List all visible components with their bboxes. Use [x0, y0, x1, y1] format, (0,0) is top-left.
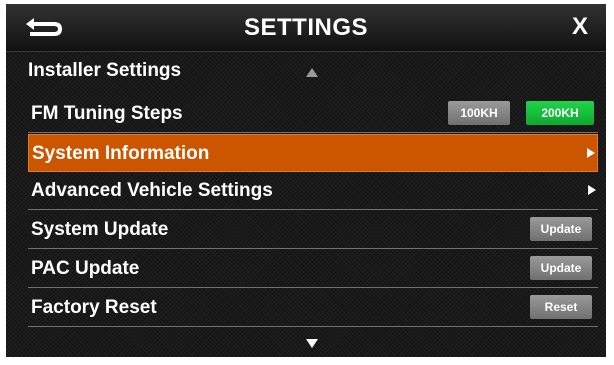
scroll-down-icon[interactable] — [306, 339, 318, 348]
row-advanced-vehicle-settings[interactable]: Advanced Vehicle Settings — [28, 172, 598, 210]
row-label: System Update — [31, 219, 169, 240]
section-title: Installer Settings — [28, 60, 182, 81]
row-system-update: System Update Update — [28, 211, 598, 249]
row-factory-reset: Factory Reset Reset — [28, 289, 598, 327]
system-update-button[interactable]: Update — [530, 217, 592, 241]
row-fm-tuning-steps: FM Tuning Steps 100KH 200KH — [28, 95, 598, 133]
close-button[interactable]: X — [572, 13, 588, 41]
chevron-right-icon — [587, 148, 595, 158]
row-label: Factory Reset — [31, 297, 157, 318]
scroll-up-icon[interactable] — [306, 68, 318, 77]
row-pac-update: PAC Update Update — [28, 250, 598, 288]
option-100kh-button[interactable]: 100KH — [448, 101, 510, 125]
row-system-information[interactable]: System Information — [28, 134, 598, 172]
row-label: PAC Update — [31, 258, 140, 279]
chevron-right-icon — [588, 185, 596, 195]
row-label: FM Tuning Steps — [31, 103, 183, 124]
pac-update-button[interactable]: Update — [530, 256, 592, 280]
row-label: Advanced Vehicle Settings — [31, 180, 273, 201]
settings-screen: SETTINGS X Installer Settings FM Tuning … — [6, 4, 606, 357]
page-title: SETTINGS — [243, 14, 368, 41]
row-label: System Information — [32, 143, 210, 164]
option-200kh-button[interactable]: 200KH — [526, 101, 594, 125]
title-bar: SETTINGS X — [6, 4, 606, 52]
factory-reset-button[interactable]: Reset — [530, 295, 592, 319]
